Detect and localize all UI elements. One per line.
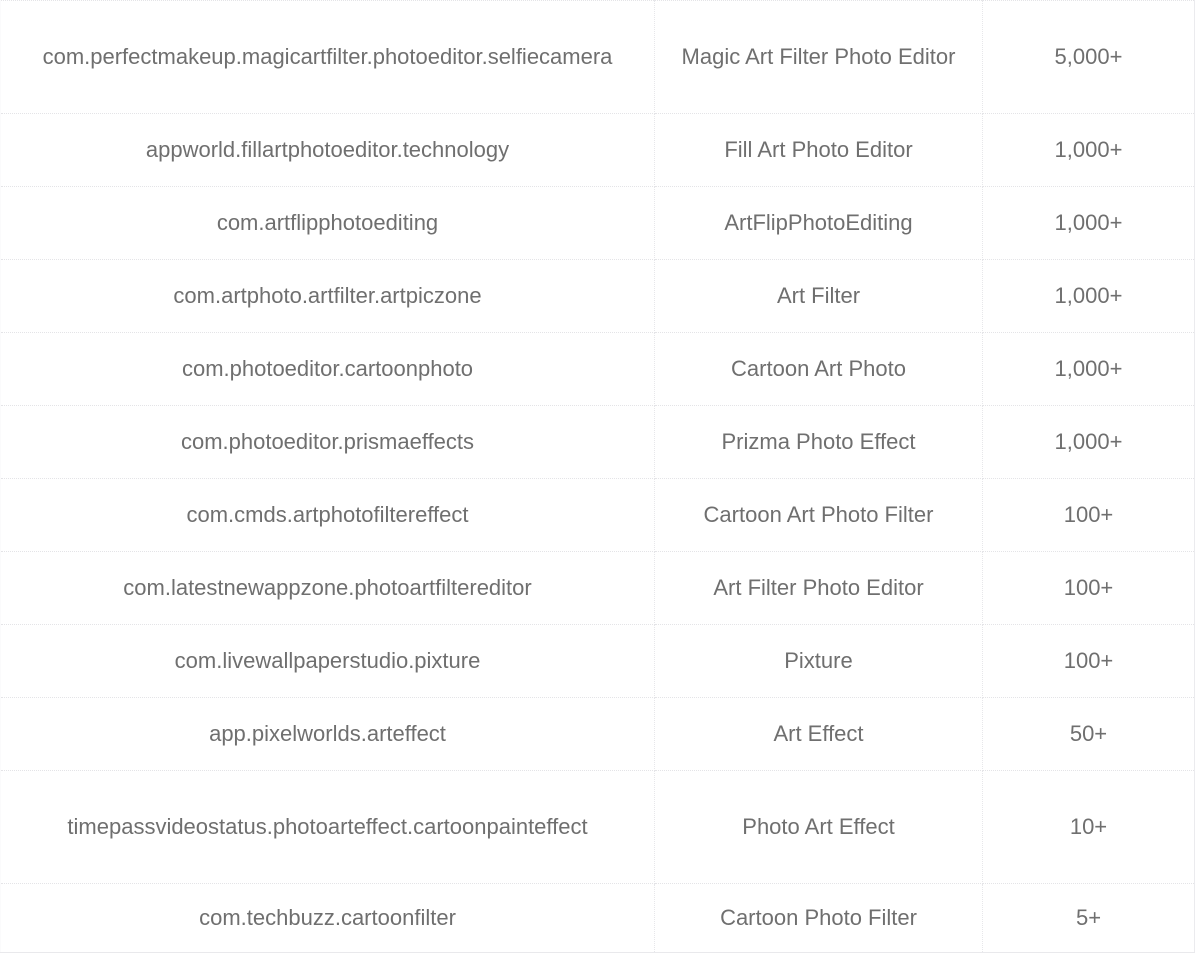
cell-app-title: Art Filter [654,259,983,333]
cell-package-name: com.livewallpaperstudio.pixture [0,624,655,698]
cell-app-title: ArtFlipPhotoEditing [654,186,983,260]
cell-app-title: Cartoon Art Photo [654,332,983,406]
table-row: com.techbuzz.cartoonfilter Cartoon Photo … [0,883,1195,953]
cell-installs: 100+ [982,624,1195,698]
cell-package-name: appworld.fillartphotoeditor.technology [0,113,655,187]
cell-installs: 100+ [982,551,1195,625]
table-row: com.photoeditor.cartoonphoto Cartoon Art … [0,332,1195,406]
cell-app-title: Fill Art Photo Editor [654,113,983,187]
cell-package-name: com.artflipphotoediting [0,186,655,260]
table-row: com.perfectmakeup.magicartfilter.photoed… [0,0,1195,114]
cell-app-title: Photo Art Effect [654,770,983,884]
table-row: com.photoeditor.prismaeffects Prizma Phot… [0,405,1195,479]
table-row: com.artflipphotoediting ArtFlipPhotoEditi… [0,186,1195,260]
cell-app-title: Prizma Photo Effect [654,405,983,479]
table-body: com.perfectmakeup.magicartfilter.photoed… [0,0,1195,953]
cell-package-name: com.latestnewappzone.photoartfilteredito… [0,551,655,625]
cell-app-title: Cartoon Photo Filter [654,883,983,953]
cell-app-title: Magic Art Filter Photo Editor [654,0,983,114]
table-row: com.livewallpaperstudio.pixture Pixture 10… [0,624,1195,698]
cell-app-title: Art Effect [654,697,983,771]
cell-installs: 100+ [982,478,1195,552]
cell-package-name: com.perfectmakeup.magicartfilter.photoed… [0,0,655,114]
table-row: appworld.fillartphotoeditor.technology Fi… [0,113,1195,187]
cell-package-name: timepassvideostatus.photoarteffect.carto… [0,770,655,884]
cell-installs: 1,000+ [982,113,1195,187]
table-row: timepassvideostatus.photoarteffect.carto… [0,770,1195,884]
cell-app-title: Pixture [654,624,983,698]
cell-installs: 1,000+ [982,332,1195,406]
cell-package-name: com.artphoto.artfilter.artpiczone [0,259,655,333]
cell-app-title: Art Filter Photo Editor [654,551,983,625]
cell-installs: 10+ [982,770,1195,884]
cell-package-name: com.techbuzz.cartoonfilter [0,883,655,953]
app-listing-table: com.perfectmakeup.magicartfilter.photoed… [0,0,1195,953]
cell-package-name: com.photoeditor.cartoonphoto [0,332,655,406]
cell-package-name: com.cmds.artphotofiltereffect [0,478,655,552]
cell-package-name: app.pixelworlds.arteffect [0,697,655,771]
cell-package-name: com.photoeditor.prismaeffects [0,405,655,479]
table-row: com.artphoto.artfilter.artpiczone Art Fil… [0,259,1195,333]
cell-app-title: Cartoon Art Photo Filter [654,478,983,552]
cell-installs: 1,000+ [982,186,1195,260]
cell-installs: 50+ [982,697,1195,771]
table-row: com.cmds.artphotofiltereffect Cartoon Art… [0,478,1195,552]
cell-installs: 5,000+ [982,0,1195,114]
cell-installs: 5+ [982,883,1195,953]
table-row: com.latestnewappzone.photoartfilteredito… [0,551,1195,625]
cell-installs: 1,000+ [982,259,1195,333]
app-listing-table-container: com.perfectmakeup.magicartfilter.photoed… [0,0,1200,961]
table-row: app.pixelworlds.arteffect Art Effect 50+ [0,697,1195,771]
cell-installs: 1,000+ [982,405,1195,479]
